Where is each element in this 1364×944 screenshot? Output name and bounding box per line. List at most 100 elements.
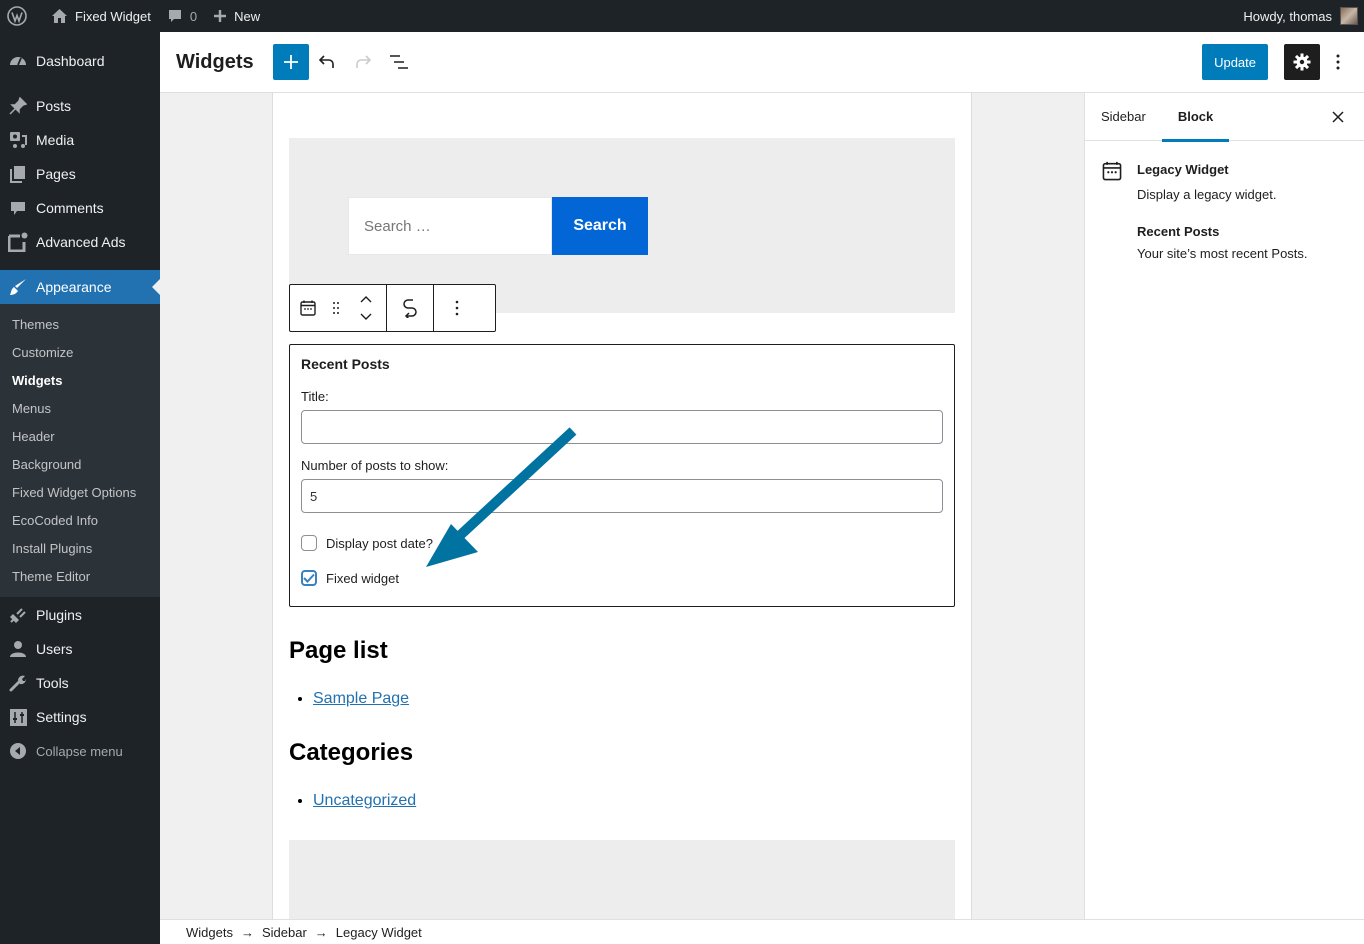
transform-icon <box>403 299 417 318</box>
menu-item-tools[interactable]: Tools <box>0 666 160 700</box>
categories-list: Uncategorized <box>313 792 416 810</box>
page-link[interactable]: Sample Page <box>313 690 409 707</box>
options-button[interactable] <box>1326 44 1350 80</box>
breadcrumb-item[interactable]: Widgets <box>186 925 233 940</box>
title-input[interactable] <box>301 410 943 444</box>
close-sidebar-button[interactable] <box>1326 105 1350 129</box>
admin-menu: Dashboard Posts Media Pages Comments Adv… <box>0 32 160 944</box>
number-of-posts-input[interactable]: 5 <box>301 479 943 513</box>
page-title: Widgets <box>176 50 254 73</box>
close-icon <box>1332 110 1344 123</box>
comment-icon <box>8 198 28 218</box>
menu-label: Tools <box>36 675 69 691</box>
site-name-link[interactable]: Fixed Widget <box>35 0 159 32</box>
search-button[interactable]: Search <box>552 197 648 255</box>
menu-item-posts[interactable]: Posts <box>0 89 160 123</box>
site-name: Fixed Widget <box>75 8 151 24</box>
move-up-down-button[interactable] <box>349 285 383 331</box>
menu-item-advanced-ads[interactable]: Advanced Ads <box>0 225 160 259</box>
redo-icon <box>355 55 371 68</box>
submenu-item-menus[interactable]: Menus <box>0 395 160 423</box>
menu-item-appearance[interactable]: Appearance <box>0 270 160 304</box>
display-post-date-option[interactable]: Display post date? <box>301 534 943 552</box>
update-button[interactable]: Update <box>1202 44 1268 80</box>
block-description: Display a legacy widget. <box>1137 187 1277 202</box>
submenu-item-ecocoded-info[interactable]: EcoCoded Info <box>0 507 160 535</box>
drag-handle-icon <box>333 302 339 314</box>
gear-icon <box>1293 53 1311 71</box>
drag-handle[interactable] <box>323 285 349 331</box>
add-block-button[interactable] <box>272 44 309 80</box>
search-input[interactable]: Search … <box>348 197 552 255</box>
display-post-date-checkbox[interactable] <box>301 535 317 551</box>
list-view-button[interactable] <box>381 44 417 80</box>
editor-header: Widgets Update <box>160 32 1364 93</box>
menu-item-plugins[interactable]: Plugins <box>0 598 160 632</box>
block-options-button[interactable] <box>442 285 472 331</box>
submenu-item-themes[interactable]: Themes <box>0 311 160 339</box>
categories-heading: Categories <box>289 739 414 766</box>
settings-sidebar: Sidebar Block Legacy Widget Display a le… <box>1084 93 1364 919</box>
category-link[interactable]: Uncategorized <box>313 792 416 809</box>
undo-button[interactable] <box>309 44 345 80</box>
wordpress-logo-button[interactable] <box>0 0 35 32</box>
display-post-date-label: Display post date? <box>326 535 433 551</box>
settings-button[interactable] <box>1284 44 1320 80</box>
my-account[interactable]: Howdy, thomas <box>1243 7 1364 25</box>
tab-block[interactable]: Block <box>1161 93 1230 142</box>
list-view-icon <box>389 55 408 69</box>
tab-sidebar[interactable]: Sidebar <box>1085 93 1162 141</box>
user-icon <box>8 639 28 659</box>
transform-button[interactable] <box>395 285 425 331</box>
calendar-icon <box>1101 160 1125 184</box>
breadcrumb-item[interactable]: Sidebar <box>262 925 307 940</box>
settings-sliders-icon <box>8 707 28 727</box>
menu-label: Comments <box>36 200 104 216</box>
arrow-right-icon: → <box>314 924 328 940</box>
menu-item-comments[interactable]: Comments <box>0 191 160 225</box>
menu-item-settings[interactable]: Settings <box>0 700 160 734</box>
menu-label: Advanced Ads <box>36 234 126 250</box>
redo-button[interactable] <box>345 44 381 80</box>
brush-icon <box>8 277 28 297</box>
menu-label: Settings <box>36 709 87 725</box>
list-item: Uncategorized <box>313 792 416 810</box>
menu-item-pages[interactable]: Pages <box>0 157 160 191</box>
block-type-button[interactable] <box>293 285 323 331</box>
menu-label: Appearance <box>36 279 112 295</box>
widget-name: Recent Posts <box>1137 224 1220 239</box>
plugin-icon <box>8 605 28 625</box>
page-list-heading: Page list <box>289 637 388 664</box>
undo-icon <box>318 55 334 68</box>
submenu-item-widgets[interactable]: Widgets <box>0 367 160 395</box>
widget-heading: Recent Posts <box>301 356 390 372</box>
wordpress-logo-icon <box>7 6 27 26</box>
submenu-item-header[interactable]: Header <box>0 423 160 451</box>
submenu-item-install-plugins[interactable]: Install Plugins <box>0 535 160 563</box>
menu-item-media[interactable]: Media <box>0 123 160 157</box>
submenu-item-fixed-widget-options[interactable]: Fixed Widget Options <box>0 479 160 507</box>
submenu-item-theme-editor[interactable]: Theme Editor <box>0 563 160 591</box>
media-icon <box>8 130 28 150</box>
arrow-right-icon: → <box>240 924 254 940</box>
legacy-widget-block[interactable]: Recent Posts Title: Number of posts to s… <box>289 344 955 607</box>
appearance-submenu: Themes Customize Widgets Menus Header Ba… <box>0 304 160 597</box>
comments-count: 0 <box>189 8 198 24</box>
comments-link[interactable]: 0 <box>159 0 205 32</box>
more-vertical-icon <box>1336 54 1340 70</box>
fixed-widget-option[interactable]: Fixed widget <box>301 569 943 587</box>
page-list: Sample Page <box>313 690 409 708</box>
menu-item-users[interactable]: Users <box>0 632 160 666</box>
wrench-icon <box>8 673 28 693</box>
submenu-item-customize[interactable]: Customize <box>0 339 160 367</box>
submenu-item-background[interactable]: Background <box>0 451 160 479</box>
empty-block[interactable] <box>289 840 955 919</box>
menu-label: Media <box>36 132 75 148</box>
new-content-link[interactable]: New <box>205 0 268 32</box>
menu-label: Dashboard <box>36 53 105 69</box>
breadcrumb-item[interactable]: Legacy Widget <box>336 925 422 940</box>
menu-label: Posts <box>36 98 72 114</box>
collapse-menu-button[interactable]: Collapse menu <box>0 734 160 768</box>
menu-item-dashboard[interactable]: Dashboard <box>0 44 160 78</box>
fixed-widget-checkbox[interactable] <box>301 570 317 586</box>
